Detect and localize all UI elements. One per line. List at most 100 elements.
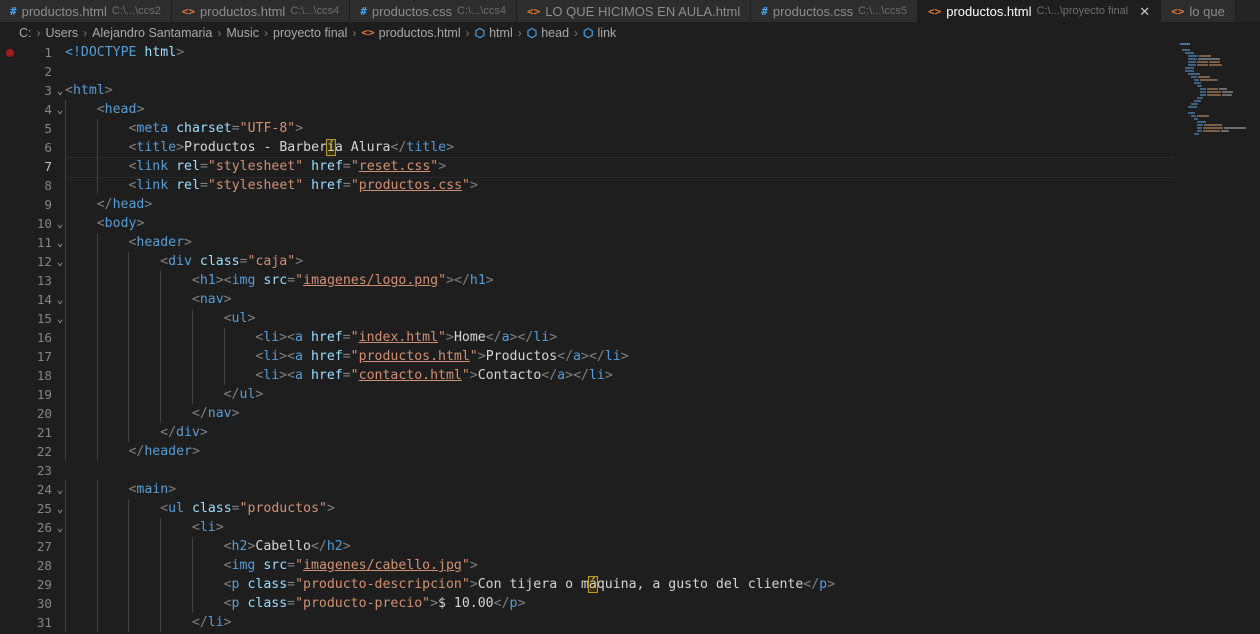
minimap-token xyxy=(1197,97,1203,99)
breadcrumb-item-1[interactable]: Users xyxy=(46,26,79,40)
minimap-token xyxy=(1207,94,1221,96)
minimap-token xyxy=(1200,91,1206,93)
code-line[interactable]: 5 <meta charset="UTF-8"> xyxy=(0,119,1180,138)
indent-guide xyxy=(65,442,66,461)
breadcrumb-label: Music xyxy=(226,25,260,40)
minimap[interactable] xyxy=(1180,43,1246,634)
indent-guide xyxy=(128,347,130,366)
code-line[interactable]: 11 ⌄ <header> xyxy=(0,233,1180,252)
code-line[interactable]: 3 ⌄ <html> xyxy=(0,81,1180,100)
breadcrumb-item-3[interactable]: Music xyxy=(226,26,259,40)
code-text: </div> xyxy=(160,425,208,440)
breadcrumb-label: productos.html xyxy=(378,25,461,40)
indent-guide xyxy=(65,480,66,499)
indent-guide xyxy=(96,138,98,157)
code-line[interactable]: 12 ⌄ <div class="caja"> xyxy=(0,252,1180,271)
indent-guide xyxy=(96,594,98,613)
indent-guide xyxy=(128,575,130,594)
breadcrumb-item-0[interactable]: C: xyxy=(19,26,32,40)
indent-guide xyxy=(160,575,162,594)
code-line[interactable]: 20 </nav> xyxy=(0,404,1180,423)
code-line[interactable]: 2 xyxy=(0,62,1180,81)
breadcrumb-item-6[interactable]: ⬡ html xyxy=(475,26,513,40)
minimap-token xyxy=(1191,103,1198,105)
editor-tab-0[interactable]: # productos.html C:\...\ccs2 xyxy=(0,0,172,22)
code-text: <main> xyxy=(128,482,177,497)
breadcrumb-separator: › xyxy=(465,25,470,40)
breadcrumb-item-4[interactable]: proyecto final xyxy=(273,26,347,40)
minimap-token xyxy=(1197,61,1208,63)
code-line[interactable]: 27 <h2>Cabello</h2> xyxy=(0,537,1180,556)
html-file-icon: <> xyxy=(361,26,375,39)
code-line[interactable]: 9 </head> xyxy=(0,195,1180,214)
code-line[interactable]: 24 ⌄ <main> xyxy=(0,480,1180,499)
minimap-token xyxy=(1198,76,1210,78)
indent-guide xyxy=(128,594,130,613)
breadcrumb[interactable]: C: › Users › Alejandro Santamaria › Music › proy… xyxy=(0,22,1260,43)
line-number: 31 xyxy=(36,615,52,630)
code-line[interactable]: 10 ⌄ <body> xyxy=(0,214,1180,233)
indent-guide xyxy=(65,100,66,119)
minimap-token xyxy=(1222,94,1232,96)
indent-guide xyxy=(96,347,98,366)
code-line[interactable]: 17 <li><a href="productos.html">Productos… xyxy=(0,347,1180,366)
code-line[interactable]: 22 </header> xyxy=(0,442,1180,461)
code-line[interactable]: 19 </ul> xyxy=(0,385,1180,404)
code-line[interactable]: 8 <link rel="stylesheet" href="productos.… xyxy=(0,176,1180,195)
breadcrumb-label: Users xyxy=(45,25,79,40)
editor-tab-2[interactable]: # productos.css C:\...\ccs4 xyxy=(350,0,517,22)
code-line[interactable]: 7 <link rel="stylesheet" href="reset.css"… xyxy=(0,157,1180,178)
indent-guide xyxy=(96,404,98,423)
line-number: 6 xyxy=(44,140,52,155)
indent-guide xyxy=(96,271,98,290)
breadcrumb-item-2[interactable]: Alejandro Santamaria xyxy=(92,26,212,40)
code-line[interactable]: 26 ⌄ <li> xyxy=(0,518,1180,537)
editor-tab-5[interactable]: <> productos.html C:\...\proyecto final ✕ xyxy=(917,0,1162,22)
editor-tab-bar[interactable]: # productos.html C:\...\ccs2 <> productos.ht… xyxy=(0,0,1260,22)
code-line[interactable]: 29 <p class="producto-descripcion">Con ti… xyxy=(0,575,1180,594)
editor-scrollbar[interactable] xyxy=(1246,43,1260,634)
indent-guide xyxy=(65,518,66,537)
indent-guide xyxy=(160,385,162,404)
code-line[interactable]: 16 <li><a href="index.html">Home</a></li> xyxy=(0,328,1180,347)
editor-tab-3[interactable]: <> LO QUE HICIMOS EN AULA.html xyxy=(516,0,752,22)
code-line[interactable]: 4 ⌄ <head> xyxy=(0,100,1180,119)
editor-tab-6[interactable]: <> lo que xyxy=(1161,0,1236,22)
breadcrumb-item-8[interactable]: ⬡ link xyxy=(583,26,616,40)
code-line[interactable]: 23 xyxy=(0,461,1180,480)
code-line[interactable]: 15 ⌄ <ul> xyxy=(0,309,1180,328)
code-line[interactable]: 6 <title>Productos - Barbería Alura</titl… xyxy=(0,138,1180,157)
indent-guide xyxy=(65,233,66,252)
editor-tab-4[interactable]: # productos.css C:\...\ccs5 xyxy=(751,0,918,22)
breadcrumb-item-7[interactable]: ⬡ head xyxy=(527,26,569,40)
minimap-token xyxy=(1207,88,1218,90)
code-line[interactable]: 14 ⌄ <nav> xyxy=(0,290,1180,309)
minimap-token xyxy=(1191,115,1196,117)
indent-guide xyxy=(128,290,130,309)
code-editor[interactable]: 1 <!DOCTYPE html> 2 3 ⌄ <html> 4 ⌄ <head> 5 <meta … xyxy=(0,43,1260,634)
indent-guide xyxy=(65,157,66,176)
code-line[interactable]: 25 ⌄ <ul class="productos"> xyxy=(0,499,1180,518)
code-line[interactable]: 18 <li><a href="contacto.html">Contacto</… xyxy=(0,366,1180,385)
code-line[interactable]: 1 <!DOCTYPE html> xyxy=(0,43,1180,62)
code-text: <nav> xyxy=(191,292,232,307)
tab-close-icon[interactable]: ✕ xyxy=(1139,5,1150,18)
minimap-token xyxy=(1188,112,1195,114)
code-line[interactable]: 31 </li> xyxy=(0,613,1180,632)
code-line[interactable]: 13 <h1><img src="imagenes/logo.png"></h1> xyxy=(0,271,1180,290)
editor-tab-1[interactable]: <> productos.html C:\...\ccs4 xyxy=(171,0,351,22)
indent-guide xyxy=(65,594,66,613)
code-line[interactable]: 30 <p class="producto-precio">$ 10.00</p> xyxy=(0,594,1180,613)
tab-description: C:\...\ccs5 xyxy=(858,5,907,17)
code-line[interactable]: 28 <img src="imagenes/cabello.jpg"> xyxy=(0,556,1180,575)
code-lines-container[interactable]: 1 <!DOCTYPE html> 2 3 ⌄ <html> 4 ⌄ <head> 5 <meta … xyxy=(0,43,1180,634)
minimap-row xyxy=(1180,133,1246,136)
code-text: <link rel="stylesheet" href="productos.c… xyxy=(128,178,478,193)
line-number: 7 xyxy=(44,159,52,174)
minimap-token xyxy=(1207,91,1221,93)
code-line[interactable]: 21 </div> xyxy=(0,423,1180,442)
indent-guide xyxy=(160,537,162,556)
minimap-token xyxy=(1219,88,1227,90)
line-number: 12 xyxy=(36,254,52,269)
breadcrumb-item-5[interactable]: <> productos.html xyxy=(361,26,460,40)
